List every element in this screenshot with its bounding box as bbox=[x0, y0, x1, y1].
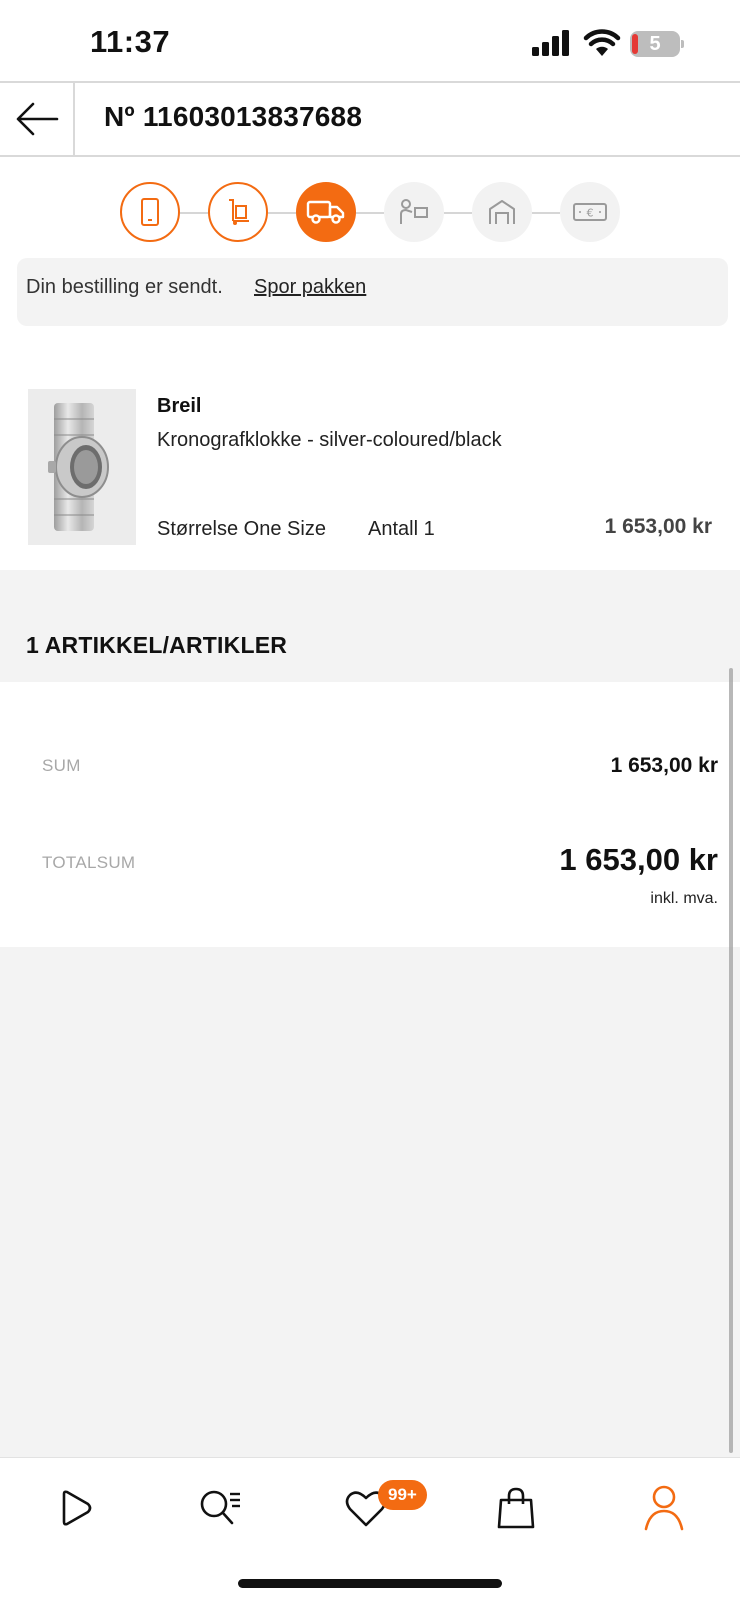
phone-icon bbox=[141, 198, 159, 226]
empty-area bbox=[0, 947, 740, 1457]
order-summary: SUM 1 653,00 kr TOTALSUM 1 653,00 kr ink… bbox=[0, 682, 740, 947]
sum-label: SUM bbox=[42, 756, 81, 775]
order-progress-tracker: € bbox=[0, 182, 740, 244]
pickup-store-icon bbox=[489, 200, 515, 224]
step-packed bbox=[208, 182, 268, 242]
nav-bag[interactable] bbox=[486, 1478, 546, 1538]
total-label: TOTALSUM bbox=[42, 853, 136, 872]
status-time: 11:37 bbox=[90, 24, 171, 59]
home-indicator bbox=[238, 1579, 502, 1588]
progress-connector bbox=[444, 212, 472, 214]
person-package-icon bbox=[400, 199, 428, 224]
step-shipped bbox=[296, 182, 356, 242]
item-count-band: 1 ARTIKKEL/ARTIKLER bbox=[0, 570, 740, 682]
item-count-title: 1 ARTIKKEL/ARTIKLER bbox=[26, 632, 288, 658]
step-payment: € bbox=[560, 182, 620, 242]
product-image bbox=[28, 389, 136, 545]
progress-connector bbox=[180, 212, 208, 214]
vat-note: inkl. mva. bbox=[650, 890, 718, 907]
product-name: Kronografklokke - silver-coloured/black bbox=[157, 429, 502, 451]
cellular-signal-icon bbox=[532, 30, 569, 56]
progress-connector bbox=[268, 212, 296, 214]
battery-icon: 5 bbox=[630, 31, 684, 57]
nav-search[interactable] bbox=[190, 1478, 250, 1538]
back-button[interactable] bbox=[0, 83, 75, 155]
status-bar: 11:37 5 bbox=[0, 0, 740, 82]
product-quantity: Antall 1 bbox=[368, 518, 435, 540]
progress-connector bbox=[532, 212, 560, 214]
play-icon bbox=[62, 1490, 92, 1526]
nav-account[interactable] bbox=[634, 1478, 694, 1538]
product-price: 1 653,00 kr bbox=[604, 515, 712, 538]
track-package-link[interactable]: Spor pakken bbox=[254, 276, 366, 299]
wishlist-count-badge: 99+ bbox=[378, 1480, 427, 1510]
step-out-for-delivery bbox=[384, 182, 444, 242]
svg-text:€: € bbox=[587, 207, 594, 220]
euro-bill-icon: € bbox=[573, 203, 607, 221]
battery-level: 5 bbox=[649, 33, 661, 55]
order-item[interactable]: Breil Kronografklokke - silver-coloured/… bbox=[0, 375, 740, 570]
product-brand: Breil bbox=[157, 395, 202, 417]
scrollbar[interactable] bbox=[729, 668, 733, 1453]
wifi-icon bbox=[583, 29, 621, 56]
step-ordered bbox=[120, 182, 180, 242]
notice-text: Din bestilling er sendt. bbox=[26, 276, 223, 298]
bottom-navigation: 99+ bbox=[0, 1457, 740, 1600]
step-pickup-point bbox=[472, 182, 532, 242]
hand-truck-icon bbox=[229, 199, 249, 225]
delivery-truck-icon bbox=[306, 200, 345, 224]
shopping-bag-icon bbox=[497, 1487, 535, 1529]
product-size: Størrelse One Size bbox=[157, 518, 326, 540]
shipment-notice: Din bestilling er sendt. Spor pakken bbox=[17, 258, 728, 326]
sum-value: 1 653,00 kr bbox=[610, 754, 718, 777]
order-number-title: Nº 11603013837688 bbox=[104, 101, 363, 132]
watch-product-image bbox=[48, 403, 109, 531]
search-filter-icon bbox=[200, 1490, 240, 1525]
total-value: 1 653,00 kr bbox=[559, 842, 718, 877]
user-icon bbox=[644, 1485, 684, 1531]
order-header: Nº 11603013837688 bbox=[0, 81, 740, 157]
progress-connector bbox=[356, 212, 384, 214]
nav-play[interactable] bbox=[44, 1478, 104, 1538]
arrow-left-icon bbox=[16, 102, 58, 136]
